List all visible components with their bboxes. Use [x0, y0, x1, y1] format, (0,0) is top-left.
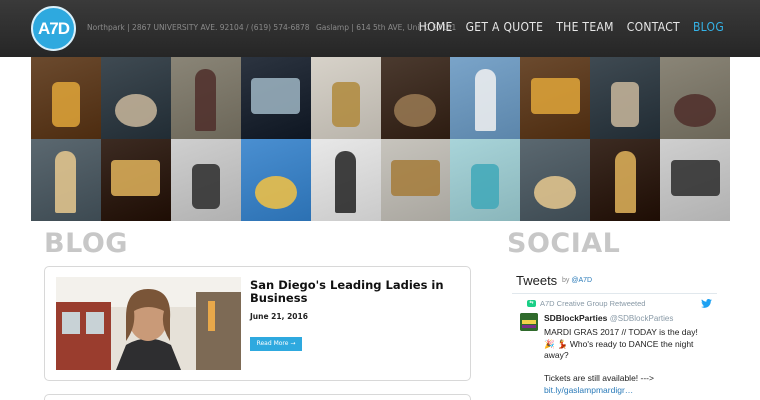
photo-subject	[530, 77, 580, 115]
address-northpark: Northpark | 2867 UNIVERSITY AVE. 92104 /…	[87, 23, 310, 32]
read-more-button[interactable]: Read More →	[250, 337, 302, 351]
tweets-by: by @A7D	[562, 277, 592, 284]
photo-subject	[471, 163, 500, 209]
tweet-text: MARDI GRAS 2017 // TODAY is the day! 🎉 💃…	[544, 327, 712, 396]
nav-home[interactable]: HOME	[419, 20, 453, 34]
photo-subject	[474, 69, 496, 131]
photo-street-man	[170, 57, 241, 139]
tweet-item[interactable]: ⇆ A7D Creative Group Retweeted SDBlockPa…	[512, 293, 717, 400]
photo-subject	[335, 151, 357, 213]
photo-punisher-hands	[100, 57, 171, 139]
photo-subject	[254, 175, 297, 209]
nav-the-team[interactable]: THE TEAM	[556, 20, 613, 34]
photo-sax-hands	[380, 139, 451, 221]
photo-fries-plate-2	[590, 139, 661, 221]
photo-subject	[390, 159, 440, 197]
retweet-label: A7D Creative Group Retweeted	[540, 299, 646, 308]
photo-subject	[111, 159, 161, 197]
tweet-author-name[interactable]: SDBlockParties	[544, 313, 607, 323]
post-thumbnail-image[interactable]	[56, 277, 241, 370]
photo-fries-plate	[100, 139, 171, 221]
site-header: A7D Northpark | 2867 UNIVERSITY AVE. 921…	[0, 0, 760, 57]
tweet-link[interactable]: bit.ly/gaslampmardigr…	[544, 385, 712, 397]
photo-stadium-fans	[450, 57, 521, 139]
photo-subject	[251, 77, 301, 115]
photo-street-man-2	[660, 57, 730, 139]
blog-heading: BLOG	[44, 228, 128, 259]
address-bar: Northpark | 2867 UNIVERSITY AVE. 92104 /…	[87, 23, 456, 32]
photo-subject	[670, 159, 720, 197]
tweet-text-line-1: MARDI GRAS 2017 // TODAY is the day!	[544, 327, 698, 337]
author-avatar[interactable]	[520, 313, 538, 331]
photo-carousel-sign	[240, 139, 311, 221]
photo-subject	[195, 69, 217, 131]
tweet-text-line-3: Tickets are still available! --->	[544, 373, 654, 383]
tweet-spacer	[544, 362, 712, 374]
photo-subject	[114, 93, 157, 127]
photo-saxophone	[310, 57, 381, 139]
tweets-title[interactable]: Tweets	[516, 273, 557, 288]
photo-subject	[611, 81, 640, 127]
blog-post-card: San Diego's Leading Ladies in Business J…	[44, 266, 471, 381]
photo-subject	[614, 151, 636, 213]
photo-beer-glass-2	[520, 57, 591, 139]
nav-get-a-quote[interactable]: GET A QUOTE	[466, 20, 544, 34]
post-date: June 21, 2016	[250, 312, 308, 321]
tweet-author-handle[interactable]: @SDBlockParties	[610, 314, 674, 323]
post-title[interactable]: San Diego's Leading Ladies in Business	[250, 279, 450, 304]
photo-kids-shoes	[170, 139, 241, 221]
photo-subject	[51, 81, 80, 127]
photo-subject	[674, 93, 716, 127]
photo-woman-cap-2	[520, 139, 591, 221]
photo-subject	[331, 81, 360, 127]
blog-post-card-next	[44, 394, 471, 400]
photo-subject	[534, 175, 577, 209]
social-heading: SOCIAL	[507, 228, 621, 259]
tweet-author[interactable]: SDBlockParties @SDBlockParties	[544, 313, 673, 323]
photo-beer-glass	[31, 57, 101, 139]
photo-subject	[394, 93, 437, 127]
photo-punisher-hands-2	[590, 57, 661, 139]
tweet-text-line-2: 🎉 💃 Who's ready to DANCE the night away?	[544, 338, 694, 361]
photo-laptop-desk	[240, 57, 311, 139]
photo-subject	[55, 151, 77, 213]
photo-mosaic	[31, 57, 730, 221]
page: A7D Northpark | 2867 UNIVERSITY AVE. 921…	[0, 0, 760, 400]
tweets-by-handle[interactable]: @A7D	[571, 277, 592, 284]
photo-bar-counter	[380, 57, 451, 139]
main-nav: HOME GET A QUOTE THE TEAM CONTACT BLOG	[419, 20, 724, 34]
a7d-logo[interactable]: A7D	[31, 6, 76, 51]
nav-contact[interactable]: CONTACT	[627, 20, 680, 34]
photo-card-blue	[450, 139, 521, 221]
twitter-timeline-widget: Tweets by @A7D ⇆ A7D Creative Group Retw…	[507, 266, 718, 400]
tweets-by-prefix: by	[562, 277, 570, 284]
retweet-icon: ⇆	[527, 300, 536, 307]
twitter-bird-icon[interactable]	[701, 299, 712, 308]
photo-subject	[191, 163, 220, 209]
photo-checker-cap	[310, 139, 381, 221]
photo-woman-cap	[31, 139, 101, 221]
photo-kids-shoes-2	[660, 139, 730, 221]
nav-blog[interactable]: BLOG	[693, 20, 724, 34]
